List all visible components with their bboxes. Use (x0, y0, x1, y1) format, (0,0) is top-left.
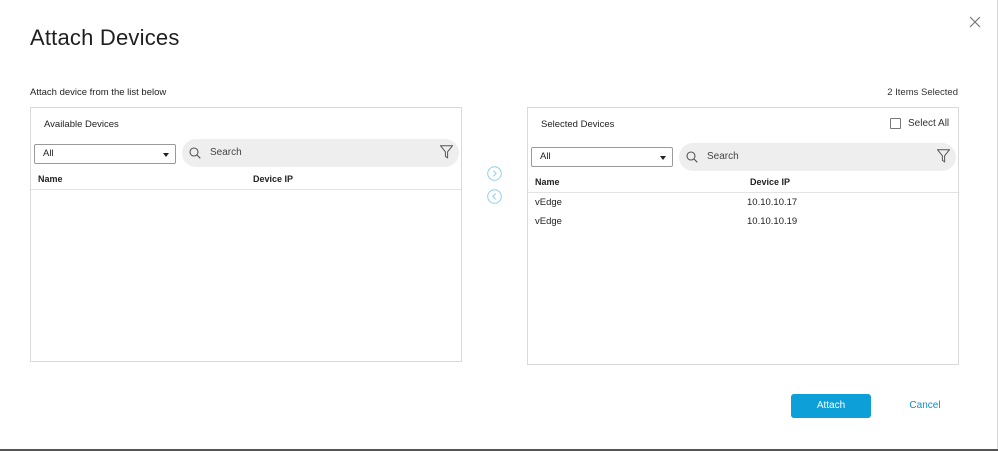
selected-column-device-ip[interactable]: Device IP (750, 177, 790, 187)
chevron-down-icon (660, 156, 666, 160)
filter-icon[interactable] (937, 149, 950, 163)
device-ip: 10.10.10.17 (747, 197, 798, 208)
device-name: vEdge (535, 216, 562, 227)
selected-column-name[interactable]: Name (535, 177, 560, 187)
chevron-right-circle-icon[interactable] (487, 166, 502, 181)
available-filter-select[interactable]: All (34, 144, 176, 164)
available-header-divider (31, 189, 461, 190)
search-icon (686, 151, 698, 163)
device-ip: 10.10.10.19 (747, 216, 798, 227)
search-icon (189, 147, 201, 159)
chevron-down-icon (163, 153, 169, 157)
chevron-left-circle-icon[interactable] (487, 189, 502, 204)
available-devices-title: Available Devices (44, 119, 119, 130)
selected-filter-select[interactable]: All (531, 147, 673, 167)
attach-devices-dialog: Attach Devices Attach device from the li… (0, 0, 998, 449)
selected-devices-panel: Selected Devices All Search Name Device … (527, 107, 959, 365)
close-icon[interactable] (967, 14, 983, 30)
available-search-placeholder: Search (210, 147, 242, 158)
selected-search-placeholder: Search (707, 151, 739, 162)
selected-search-input[interactable]: Search (679, 143, 956, 171)
selected-count: 2 Items Selected (887, 87, 958, 98)
available-column-name[interactable]: Name (38, 174, 63, 184)
device-name: vEdge (535, 197, 562, 208)
selected-filter-value: All (540, 151, 551, 162)
available-column-device-ip[interactable]: Device IP (253, 174, 293, 184)
select-all-label[interactable]: Select All (908, 118, 949, 129)
select-all-checkbox[interactable] (890, 118, 901, 129)
filter-icon[interactable] (440, 145, 453, 159)
cancel-button[interactable]: Cancel (901, 394, 949, 418)
dialog-subtitle: Attach device from the list below (30, 87, 167, 98)
attach-button[interactable]: Attach (791, 394, 871, 418)
dialog-title: Attach Devices (30, 25, 180, 50)
available-filter-value: All (43, 148, 54, 159)
selected-devices-title: Selected Devices (541, 119, 615, 130)
selected-header-divider (528, 192, 958, 193)
available-search-input[interactable]: Search (182, 139, 459, 167)
available-devices-panel: Available Devices All Search Name Device… (30, 107, 462, 362)
